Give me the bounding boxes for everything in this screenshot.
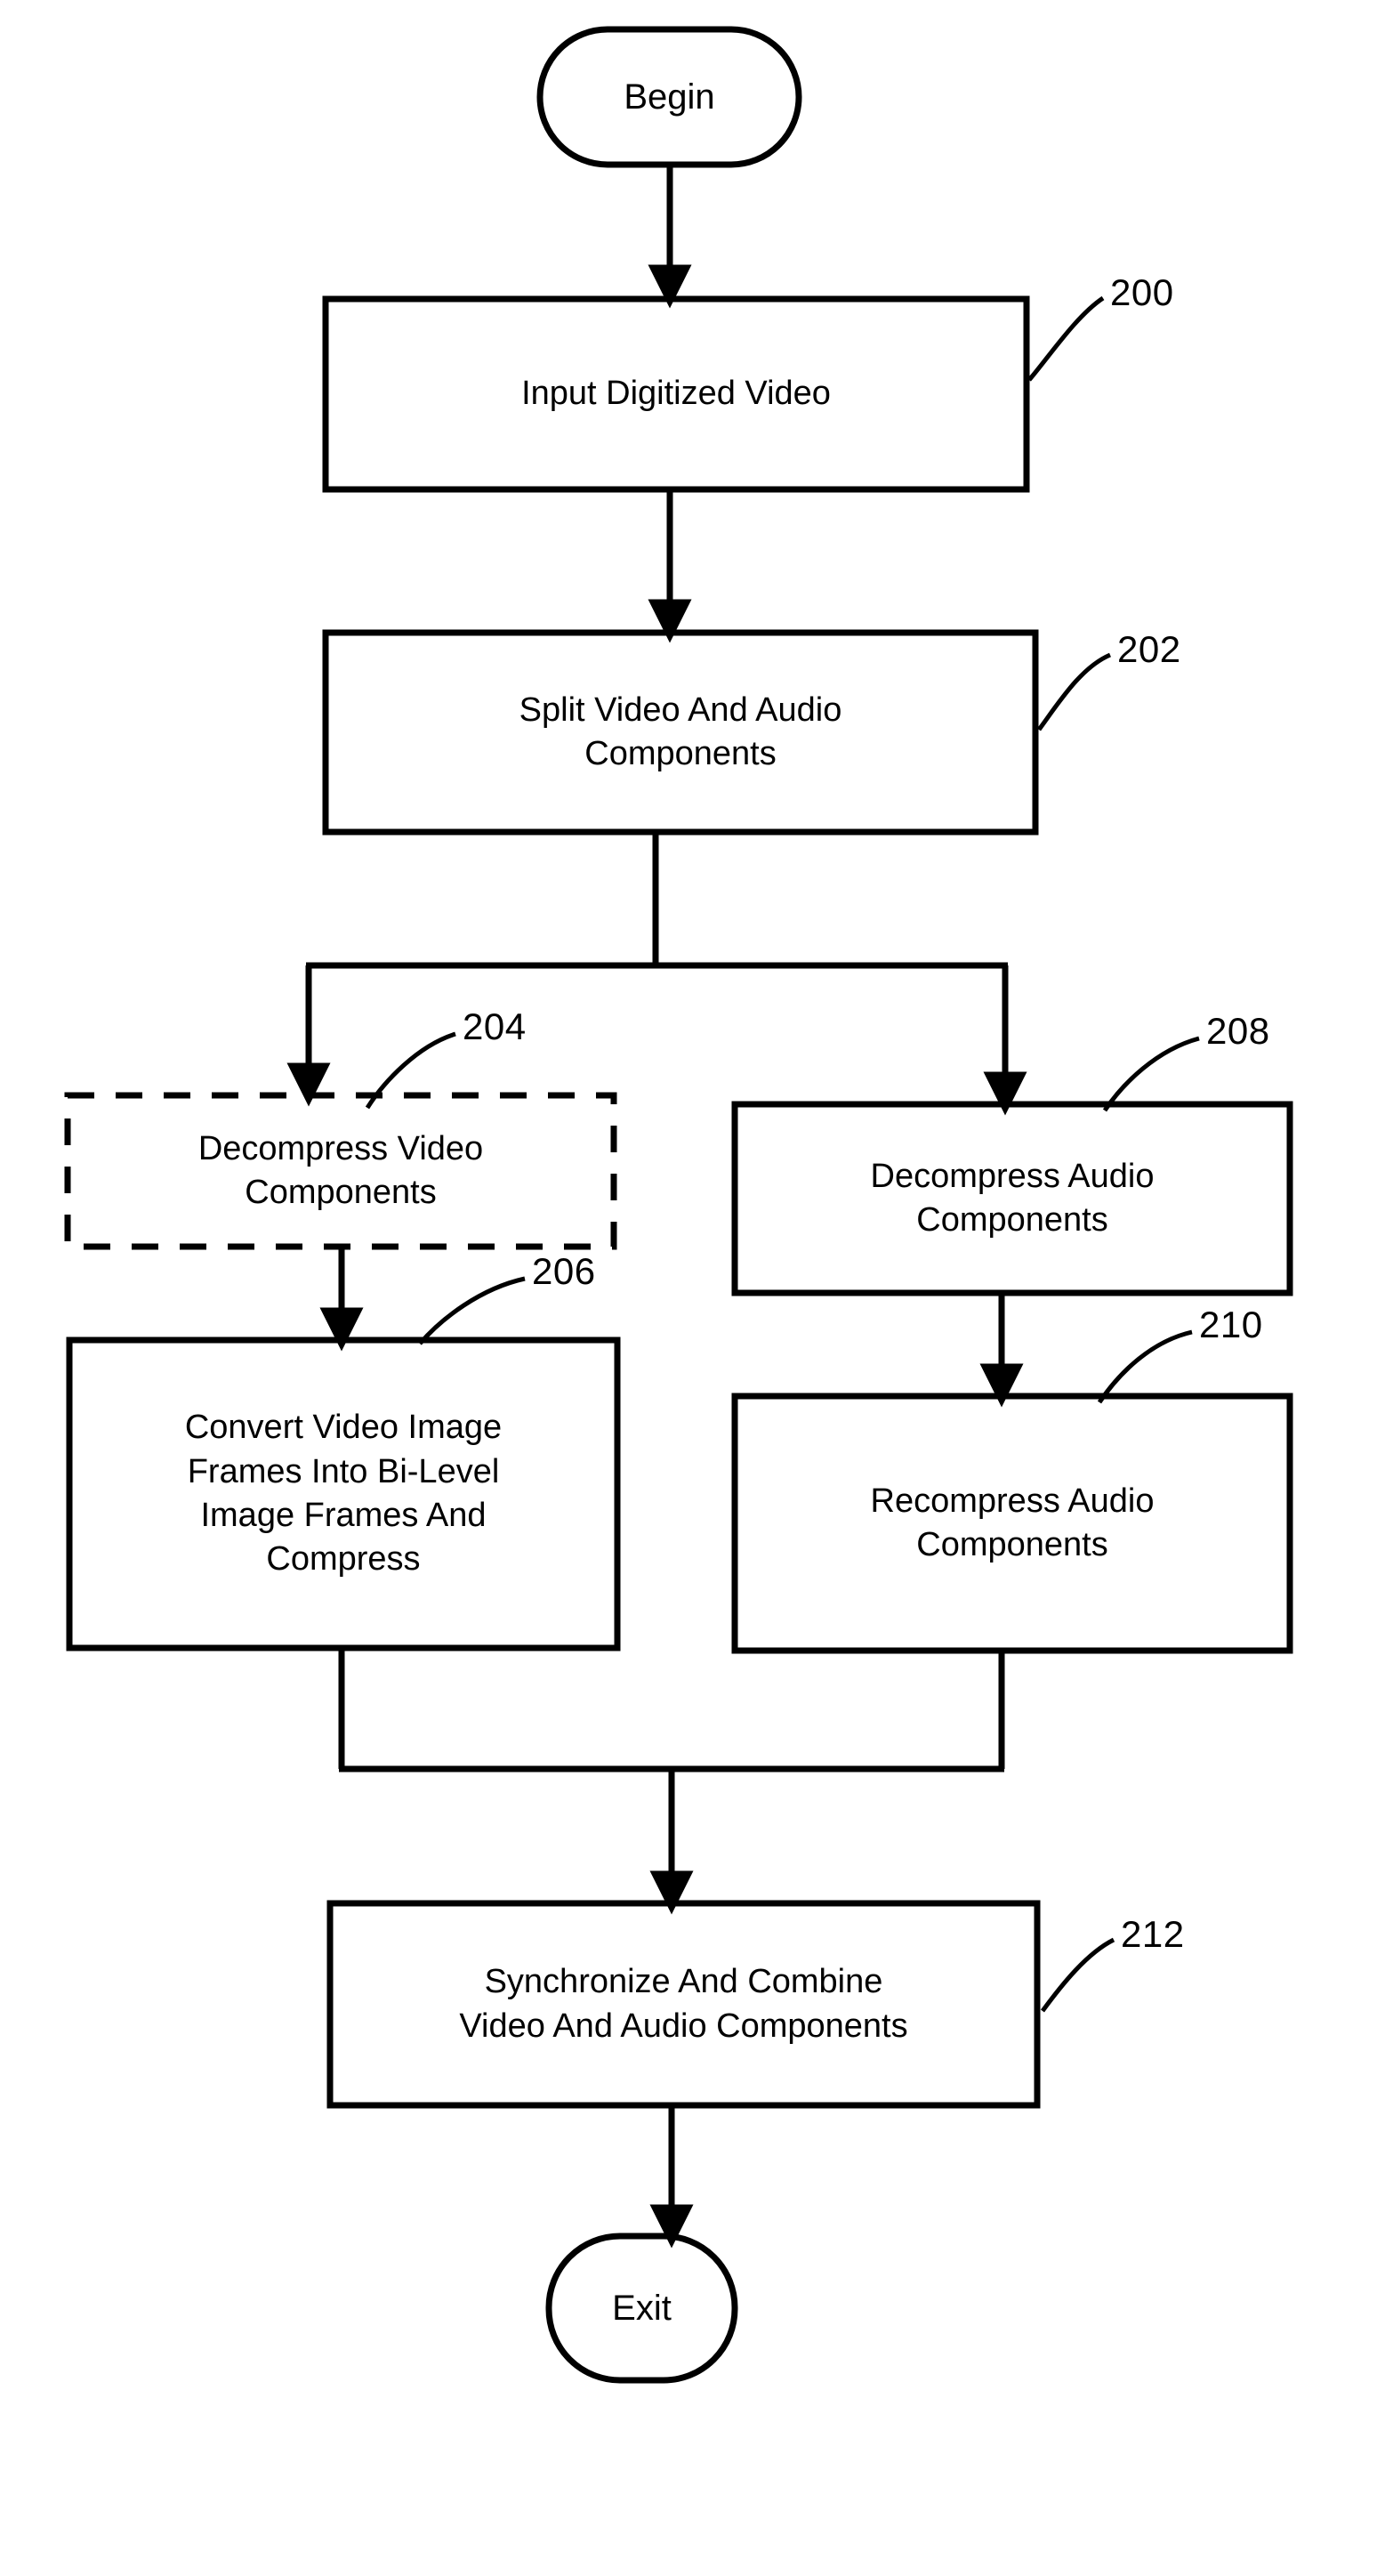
split-video-audio-shape: [322, 629, 1039, 836]
reference-numeral-210: 210: [1199, 1304, 1263, 1345]
reference-numeral-204: 204: [463, 1005, 527, 1047]
synchronize-combine-shape: [326, 1900, 1041, 2109]
leader-line-212: [1040, 1937, 1115, 2013]
leader-line-206: [418, 1276, 526, 1345]
reference-numeral-202: 202: [1117, 628, 1181, 670]
flowchart-figure: Begin Input Digitized Video Split Video …: [0, 0, 1393, 2576]
flowchart-canvas: [64, 26, 1293, 2384]
recompress-audio-shape: [731, 1393, 1293, 1654]
leader-line-202: [1036, 652, 1112, 731]
reference-numeral-212: 212: [1121, 1913, 1185, 1955]
reference-numeral-208: 208: [1206, 1010, 1270, 1052]
exit-node-shape: [545, 2233, 738, 2384]
reference-numeral-206: 206: [532, 1250, 596, 1292]
decompress-video-shape: [64, 1092, 617, 1250]
input-digitized-video-shape: [322, 295, 1030, 493]
begin-node-shape: [536, 26, 802, 168]
convert-bilevel-shape: [66, 1336, 621, 1651]
leader-line-208: [1102, 1036, 1200, 1112]
leader-line-200: [1027, 295, 1105, 382]
leader-line-210: [1097, 1329, 1193, 1404]
decompress-audio-shape: [731, 1101, 1293, 1296]
reference-numeral-200: 200: [1110, 271, 1174, 313]
